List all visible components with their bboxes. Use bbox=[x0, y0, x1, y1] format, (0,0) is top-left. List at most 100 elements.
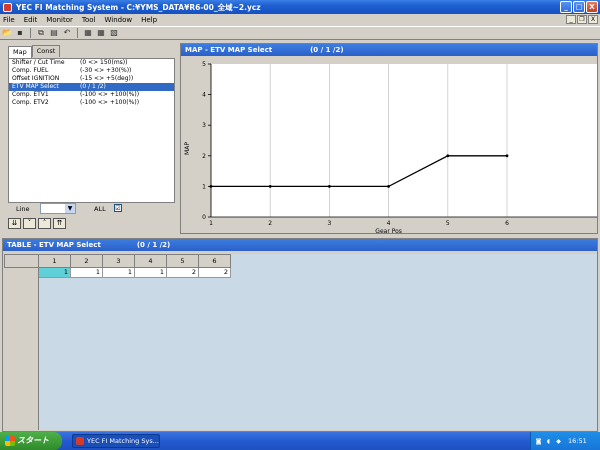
x-tick-label: 6 bbox=[505, 220, 509, 227]
up-icon[interactable]: ˄ bbox=[38, 218, 51, 229]
table-title: TABLE - ETV MAP Select bbox=[7, 241, 101, 249]
mdi-restore-button[interactable]: ❐ bbox=[577, 15, 587, 24]
table-cell[interactable]: 1 bbox=[71, 268, 103, 278]
app-icon bbox=[3, 2, 12, 12]
table-cell-active[interactable]: 1 bbox=[39, 268, 71, 278]
undo-icon[interactable]: ↶ bbox=[62, 28, 72, 38]
data-point[interactable] bbox=[387, 185, 390, 188]
column-header[interactable]: 3 bbox=[103, 254, 135, 268]
save-icon[interactable]: ▪ bbox=[15, 28, 25, 38]
column-header[interactable]: 5 bbox=[167, 254, 199, 268]
menu-tool[interactable]: Tool bbox=[82, 16, 96, 24]
map-window: MAP - ETV MAP Select (0 / 1 /2) 123456012… bbox=[180, 43, 598, 235]
list-item[interactable]: Comp. ETV1 (-100 <> +100(%)) bbox=[9, 91, 174, 99]
y-tick-label: 2 bbox=[202, 153, 206, 160]
tab-const[interactable]: Const bbox=[31, 45, 61, 57]
table-window: TABLE - ETV MAP Select (0 / 1 /2) 1 2 3 4… bbox=[2, 238, 598, 432]
item-name: Shifter / Cut Time bbox=[12, 59, 65, 66]
table-grid[interactable]: 1 2 3 4 5 6 1 1 1 1 2 2 bbox=[4, 254, 597, 430]
column-header[interactable]: 1 bbox=[39, 254, 71, 268]
toolbar-separator bbox=[77, 28, 78, 38]
column-header[interactable]: 2 bbox=[71, 254, 103, 268]
item-range: (-100 <> +100(%)) bbox=[80, 99, 140, 106]
column-header[interactable]: 4 bbox=[135, 254, 167, 268]
table-cell[interactable]: 2 bbox=[199, 268, 231, 278]
window-title: YEC FI Matching System - C:¥YMS_DATA¥R6-… bbox=[16, 2, 261, 12]
data-point[interactable] bbox=[446, 154, 450, 158]
column-headers: 1 2 3 4 5 6 bbox=[39, 254, 231, 268]
map-chart: 1 2 3 4 5 6012345Gear PosMAP bbox=[184, 61, 597, 235]
taskbar-item[interactable]: YEC FI Matching Sys... bbox=[72, 434, 160, 448]
item-range: (-30 <> +30(%)) bbox=[80, 67, 132, 74]
list-item-selected[interactable]: ETV MAP Select (0 / 1 /2) bbox=[9, 83, 174, 91]
start-button[interactable]: スタート bbox=[0, 432, 62, 450]
volume-icon[interactable]: ◖ bbox=[545, 438, 552, 445]
double-up-icon[interactable]: ⇈ bbox=[53, 218, 66, 229]
y-axis-label: MAP bbox=[184, 142, 191, 155]
maximize-button[interactable]: □ bbox=[573, 1, 585, 13]
paste-icon[interactable]: ▤ bbox=[49, 28, 59, 38]
chevron-down-icon[interactable]: ▼ bbox=[65, 204, 75, 213]
data-point[interactable] bbox=[209, 185, 213, 188]
list-item[interactable]: Comp. FUEL (-30 <> +30(%)) bbox=[9, 67, 174, 75]
data-point[interactable] bbox=[328, 185, 331, 188]
menu-bar: File Edit Monitor Tool Window Help _ ❐ X bbox=[0, 14, 600, 26]
windows-logo-icon bbox=[5, 436, 15, 446]
map-window-title[interactable]: MAP - ETV MAP Select (0 / 1 /2) bbox=[181, 44, 597, 56]
x-tick-label: 1 bbox=[209, 220, 213, 227]
x-tick-label: 5 bbox=[446, 220, 450, 227]
table-icon[interactable]: ▦ bbox=[96, 28, 106, 38]
table-cell[interactable]: 1 bbox=[135, 268, 167, 278]
open-icon[interactable]: 📂 bbox=[2, 28, 12, 38]
clock: 16:51 bbox=[568, 437, 587, 445]
x-tick-label: 2 bbox=[268, 220, 272, 227]
minimize-button[interactable]: _ bbox=[560, 1, 572, 13]
menu-edit[interactable]: Edit bbox=[24, 16, 38, 24]
all-checkbox[interactable]: ☑ bbox=[114, 204, 122, 212]
list-item[interactable]: Comp. ETV2 (-100 <> +100(%)) bbox=[9, 99, 174, 107]
line-nav-buttons: ⇊ ˅ ˄ ⇈ bbox=[8, 218, 66, 229]
down-icon[interactable]: ˅ bbox=[23, 218, 36, 229]
table-window-title[interactable]: TABLE - ETV MAP Select (0 / 1 /2) bbox=[3, 239, 597, 251]
taskbar-item-label: YEC FI Matching Sys... bbox=[87, 437, 159, 445]
app-window: YEC FI Matching System - C:¥YMS_DATA¥R6-… bbox=[0, 0, 600, 450]
item-name: ETV MAP Select bbox=[12, 83, 59, 90]
menu-file[interactable]: File bbox=[3, 16, 15, 24]
data-point[interactable] bbox=[505, 154, 509, 158]
network-icon[interactable]: ◙ bbox=[535, 438, 542, 445]
line-select[interactable]: ▼ bbox=[40, 203, 76, 214]
menu-monitor[interactable]: Monitor bbox=[46, 16, 73, 24]
toolbar: 📂 ▪ ⧉ ▤ ↶ ▦ ▦ ▧ bbox=[0, 26, 600, 40]
map-index: (0 / 1 /2) bbox=[310, 46, 344, 54]
item-name: Comp. FUEL bbox=[12, 67, 49, 74]
all-label: ALL bbox=[94, 205, 106, 213]
y-tick-label: 1 bbox=[202, 183, 206, 190]
menu-help[interactable]: Help bbox=[141, 16, 157, 24]
tab-map[interactable]: Map bbox=[8, 46, 32, 58]
mdi-minimize-button[interactable]: _ bbox=[566, 15, 576, 24]
line-label: Line bbox=[16, 205, 30, 213]
mdi-close-button[interactable]: X bbox=[588, 15, 598, 24]
item-range: (-100 <> +100(%)) bbox=[80, 91, 140, 98]
item-range: (0 / 1 /2) bbox=[80, 83, 106, 90]
copy-icon[interactable]: ⧉ bbox=[36, 28, 46, 38]
data-point[interactable] bbox=[268, 185, 272, 188]
toolbar-separator bbox=[30, 28, 31, 38]
window-controls: _ □ X bbox=[560, 1, 598, 13]
map-icon[interactable]: ▦ bbox=[83, 28, 93, 38]
table-cell[interactable]: 2 bbox=[167, 268, 199, 278]
graph-icon[interactable]: ▧ bbox=[109, 28, 119, 38]
list-item[interactable]: Shifter / Cut Time (0 <> 150(ms)) bbox=[9, 59, 174, 67]
column-header[interactable]: 6 bbox=[199, 254, 231, 268]
x-axis-label: Gear Pos bbox=[375, 228, 402, 235]
menu-window[interactable]: Window bbox=[105, 16, 133, 24]
close-button[interactable]: X bbox=[586, 1, 598, 13]
double-down-icon[interactable]: ⇊ bbox=[8, 218, 21, 229]
title-bar[interactable]: YEC FI Matching System - C:¥YMS_DATA¥R6-… bbox=[0, 0, 600, 14]
app-icon bbox=[76, 437, 84, 445]
table-cell[interactable]: 1 bbox=[103, 268, 135, 278]
table-index: (0 / 1 /2) bbox=[136, 241, 171, 249]
map-listbox[interactable]: Shifter / Cut Time (0 <> 150(ms)) Comp. … bbox=[8, 58, 175, 203]
shield-icon[interactable]: ◆ bbox=[555, 438, 562, 445]
list-item[interactable]: Offset IGNITION (-15 <> +5(deg)) bbox=[9, 75, 174, 83]
